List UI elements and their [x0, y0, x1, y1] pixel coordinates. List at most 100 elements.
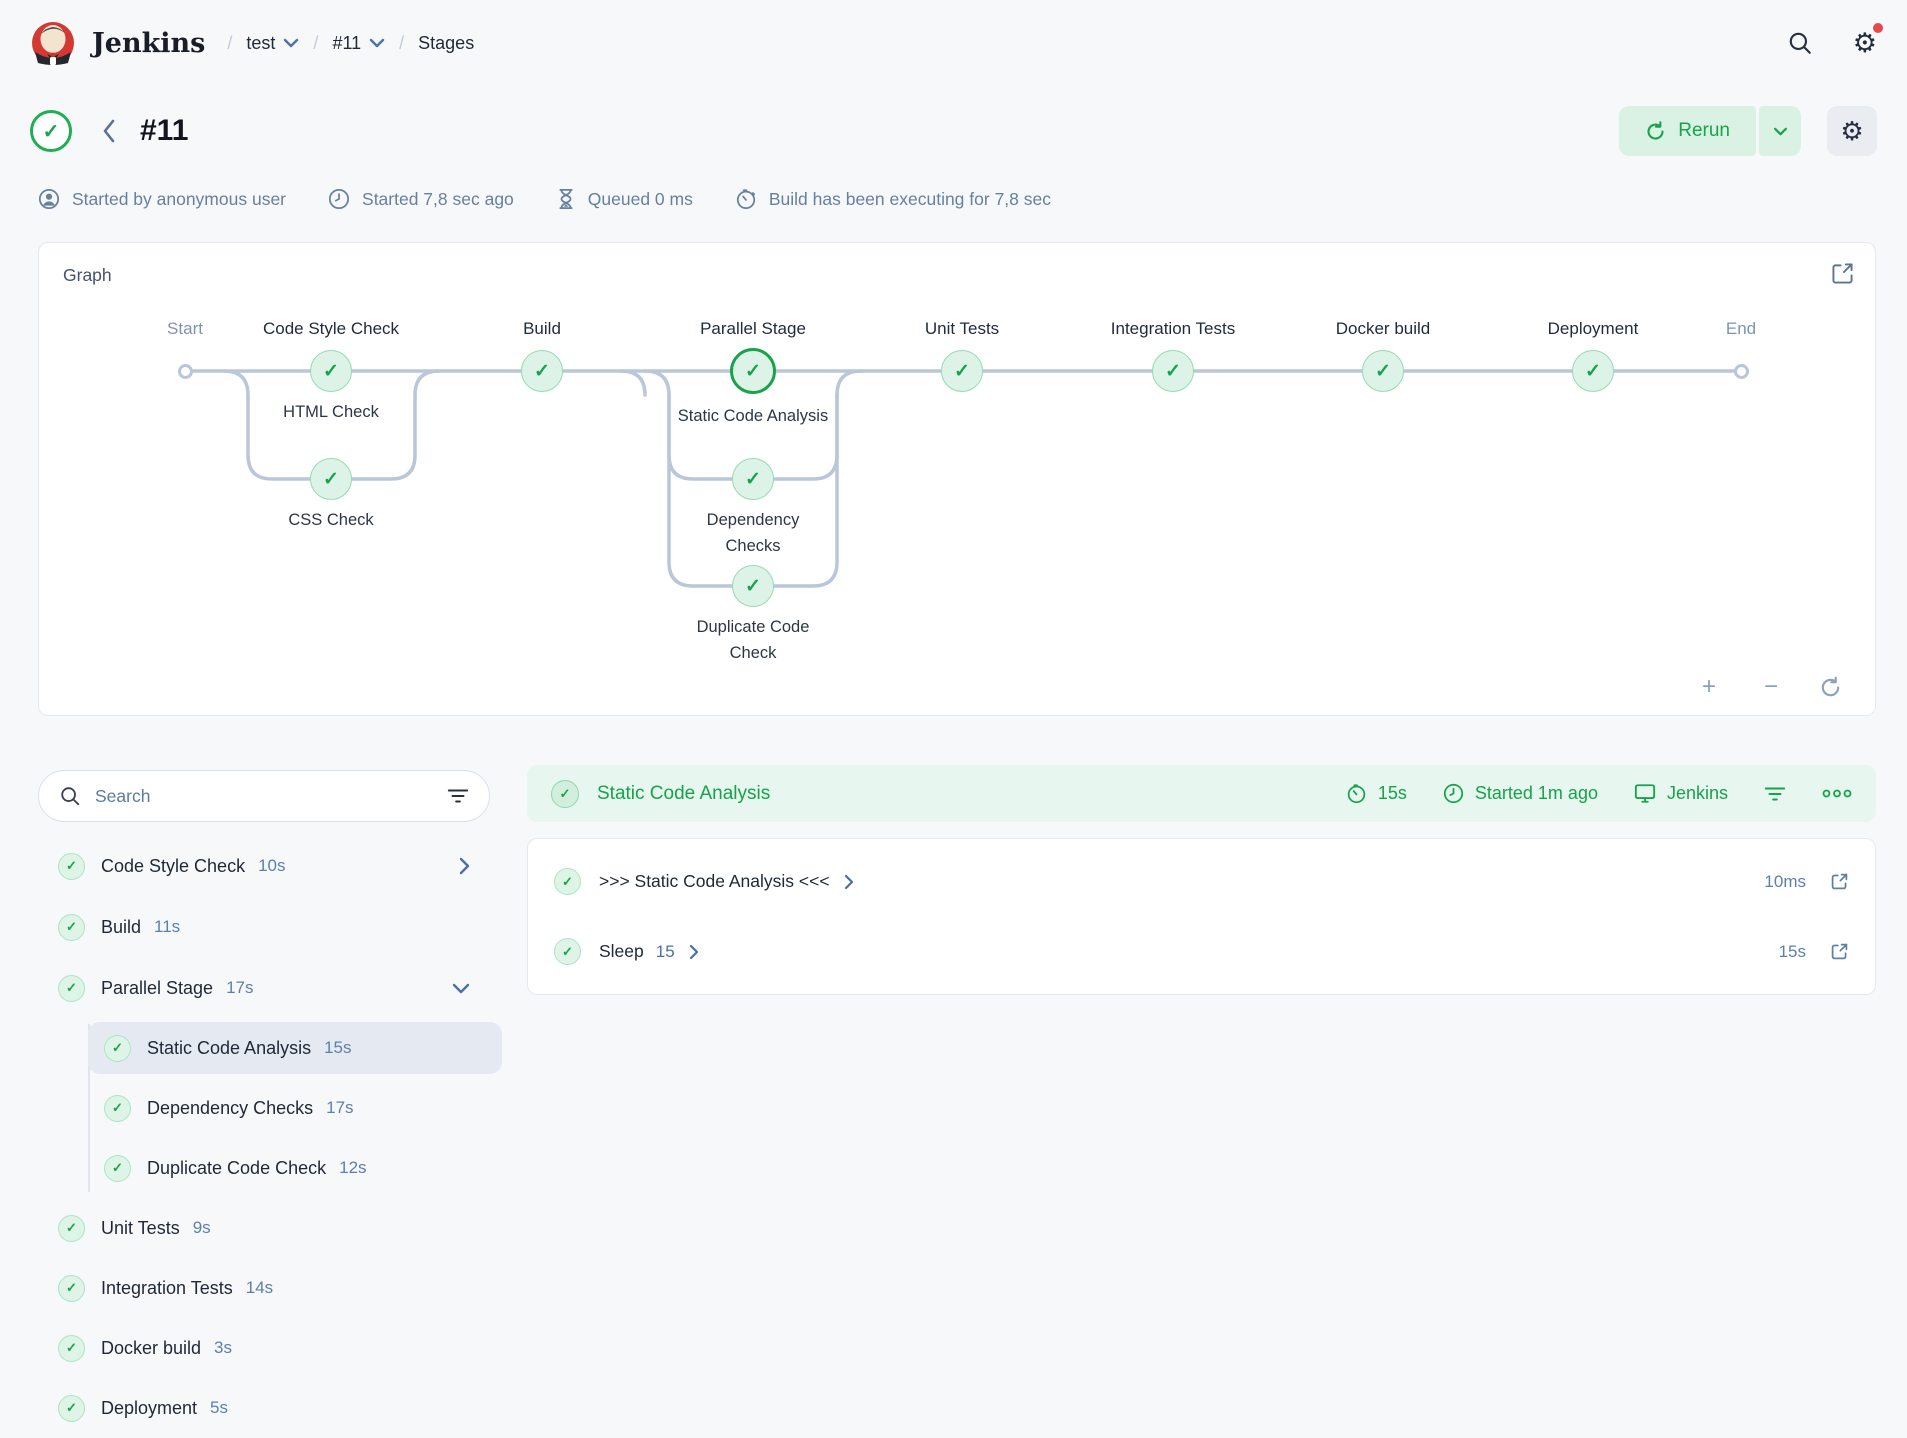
graph-node-docker-build[interactable]: ✓ [1362, 350, 1404, 392]
graph-stage-label: Deployment [1548, 319, 1639, 339]
success-check-icon: ✓ [104, 1035, 131, 1062]
rerun-dropdown-button[interactable] [1759, 106, 1801, 156]
success-check-icon: ✓ [551, 780, 579, 808]
graph-branch-label: CSS Check [261, 507, 401, 533]
monitor-icon [1634, 783, 1656, 804]
chevron-down-icon[interactable] [369, 38, 385, 48]
success-check-icon: ✓ [58, 975, 85, 1002]
stage-row-integration-tests[interactable]: ✓ Integration Tests 14s [38, 1262, 490, 1314]
hourglass-icon [556, 188, 576, 210]
success-check-icon: ✓ [58, 1275, 85, 1302]
clock-icon [1443, 783, 1464, 804]
stage-row-build[interactable]: ✓ Build 11s [38, 901, 490, 953]
stage-duration-item: 15s [1346, 783, 1407, 804]
back-button[interactable] [102, 119, 116, 143]
selected-stage-header: ✓ Static Code Analysis 15s Started 1m ag… [527, 765, 1876, 822]
graph-end-label: End [1726, 319, 1756, 339]
graph-stage-label: Parallel Stage [700, 319, 806, 339]
queued-item: Queued 0 ms [556, 188, 693, 210]
build-status-success-icon: ✓ [30, 110, 72, 152]
breadcrumb-page: Stages [418, 33, 474, 54]
open-step-external-icon[interactable] [1830, 872, 1849, 891]
breadcrumb-separator: / [313, 33, 318, 54]
stage-filter-icon[interactable] [1764, 786, 1786, 802]
stopwatch-icon [1346, 783, 1367, 804]
graph-node-integration-tests[interactable]: ✓ [1152, 350, 1194, 392]
stage-row-static-code-analysis[interactable]: ✓ Static Code Analysis 15s [88, 1022, 502, 1074]
chevron-right-icon[interactable] [459, 857, 470, 875]
success-check-icon: ✓ [58, 1395, 85, 1422]
chevron-right-icon[interactable] [844, 874, 854, 890]
chevron-down-icon[interactable] [452, 983, 470, 994]
success-check-icon: ✓ [554, 938, 581, 965]
stage-search-box [38, 770, 490, 822]
zoom-out-icon[interactable]: − [1757, 673, 1785, 701]
clock-icon [328, 188, 350, 210]
graph-branch-label: Static Code Analysis [653, 403, 853, 429]
success-check-icon: ✓ [104, 1155, 131, 1182]
stage-row-parallel-stage[interactable]: ✓ Parallel Stage 17s [38, 962, 490, 1014]
build-settings-gear-button[interactable]: ⚙ [1827, 106, 1877, 156]
graph-zoom-controls: + − [1695, 673, 1847, 701]
stopwatch-icon [735, 188, 757, 210]
success-check-icon: ✓ [58, 853, 85, 880]
search-icon[interactable] [1787, 30, 1813, 56]
graph-node-css-check[interactable]: ✓ [310, 458, 352, 500]
graph-node-build[interactable]: ✓ [521, 350, 563, 392]
stage-more-menu-icon[interactable] [1822, 789, 1852, 798]
graph-stage-label: Code Style Check [263, 319, 399, 339]
manage-gear-icon[interactable]: ⚙ [1853, 30, 1877, 57]
stage-started-item: Started 1m ago [1443, 783, 1598, 804]
steps-panel: ✓ >>> Static Code Analysis <<< 10ms ✓ Sl… [527, 838, 1876, 995]
zoom-reset-icon[interactable] [1819, 676, 1847, 699]
search-icon [59, 785, 81, 807]
stage-row-duplicate-code-check[interactable]: ✓ Duplicate Code Check 12s [88, 1142, 502, 1194]
stage-row-code-style-check[interactable]: ✓ Code Style Check 10s [38, 840, 490, 892]
stage-row-docker-build[interactable]: ✓ Docker build 3s [38, 1322, 490, 1374]
success-check-icon: ✓ [554, 868, 581, 895]
graph-node-dependency-checks[interactable]: ✓ [732, 458, 774, 500]
breadcrumb-build[interactable]: #11 [332, 33, 385, 54]
chevron-right-icon[interactable] [689, 944, 699, 960]
pipeline-graph-panel: Graph Start Code Style Check Build Paral… [38, 242, 1876, 716]
breadcrumb-separator: / [227, 33, 232, 54]
graph-node-duplicate-code-check[interactable]: ✓ [732, 565, 774, 607]
zoom-in-icon[interactable]: + [1695, 673, 1723, 701]
graph-start-node [178, 364, 193, 379]
graph-node-unit-tests[interactable]: ✓ [941, 350, 983, 392]
user-icon [38, 188, 60, 210]
executing-item: Build has been executing for 7,8 sec [735, 188, 1051, 210]
build-info-row: Started by anonymous user Started 7,8 se… [38, 188, 1051, 210]
breadcrumb: / test / #11 / Stages [227, 33, 474, 54]
step-row-echo[interactable]: ✓ >>> Static Code Analysis <<< 10ms [554, 847, 1849, 917]
jenkins-home-link[interactable]: Jenkins [30, 20, 205, 66]
graph-node-html-check[interactable]: ✓ [310, 350, 352, 392]
filter-icon[interactable] [447, 787, 469, 805]
stage-row-unit-tests[interactable]: ✓ Unit Tests 9s [38, 1202, 490, 1254]
started-by-item: Started by anonymous user [38, 188, 286, 210]
step-row-sleep[interactable]: ✓ Sleep 15 15s [554, 917, 1849, 987]
success-check-icon: ✓ [58, 914, 85, 941]
run-header: ✓ #11 Rerun ⚙ [30, 100, 1877, 162]
open-step-external-icon[interactable] [1830, 942, 1849, 961]
jenkins-logo-icon [30, 20, 76, 66]
stage-row-deployment[interactable]: ✓ Deployment 5s [38, 1382, 490, 1434]
graph-stage-label: Integration Tests [1111, 319, 1235, 339]
rerun-button[interactable]: Rerun [1619, 106, 1756, 156]
stage-row-dependency-checks[interactable]: ✓ Dependency Checks 17s [88, 1082, 502, 1134]
graph-stage-label: Unit Tests [925, 319, 999, 339]
search-input[interactable] [95, 786, 433, 807]
success-check-icon: ✓ [58, 1335, 85, 1362]
chevron-down-icon[interactable] [283, 38, 299, 48]
graph-node-deployment[interactable]: ✓ [1572, 350, 1614, 392]
graph-stage-label: Build [523, 319, 561, 339]
graph-start-label: Start [167, 319, 203, 339]
graph-node-static-code-analysis[interactable]: ✓ [730, 348, 776, 394]
graph-branch-label: HTML Check [261, 399, 401, 425]
graph-branch-label: Dependency Checks [693, 507, 813, 560]
step-argument: 15 [656, 942, 675, 962]
breadcrumb-separator: / [399, 33, 404, 54]
breadcrumb-job[interactable]: test [246, 33, 299, 54]
success-check-icon: ✓ [104, 1095, 131, 1122]
graph-branch-label: Duplicate Code Check [688, 614, 818, 667]
